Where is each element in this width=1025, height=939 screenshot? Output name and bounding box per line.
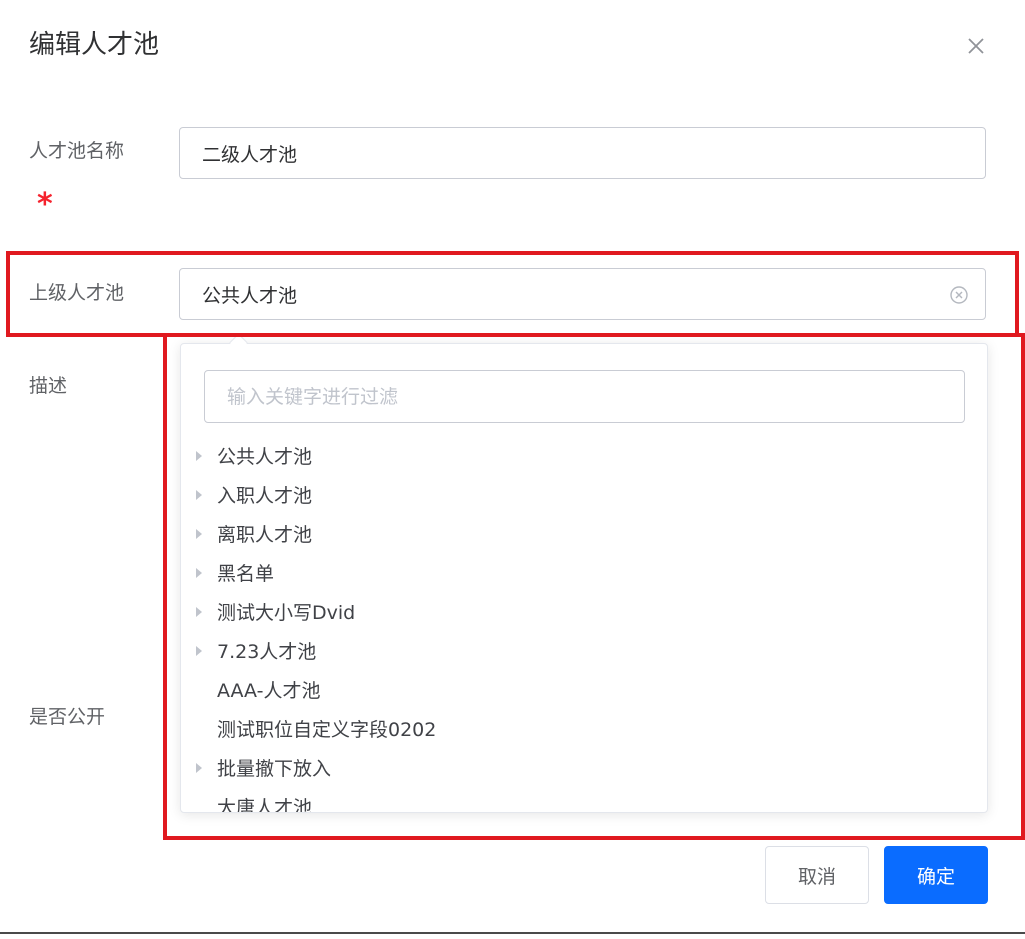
public-label: 是否公开: [29, 706, 106, 728]
tree-node[interactable]: AAA-人才池: [181, 670, 987, 709]
tree-node[interactable]: 测试大小写Dvid: [181, 592, 987, 631]
tree-list: 公共人才池入职人才池离职人才池黑名单测试大小写Dvid 7.23人才池 AAA-人才…: [181, 436, 987, 813]
description-label: 描述: [29, 375, 68, 397]
tree-node[interactable]: 黑名单: [181, 553, 987, 592]
caret-right-icon[interactable]: [196, 528, 202, 539]
tree-node[interactable]: 测试职位自定义字段0202: [181, 709, 987, 748]
caret-right-icon[interactable]: [196, 450, 202, 461]
filter-input[interactable]: [205, 371, 964, 422]
name-input[interactable]: [180, 128, 985, 178]
tree-select-dropdown: 公共人才池入职人才池离职人才池黑名单测试大小写Dvid 7.23人才池 AAA-人才…: [180, 343, 988, 813]
parent-select-input[interactable]: [180, 269, 985, 319]
filter-input-wrapper: [204, 370, 965, 423]
tree-node[interactable]: 大唐人才池: [181, 787, 987, 813]
tree-node-label: 测试职位自定义字段0202: [217, 719, 437, 741]
tree-node-label: 大唐人才池: [217, 797, 313, 813]
confirm-button[interactable]: 确定: [884, 846, 988, 904]
tree-node-label: 公共人才池: [217, 446, 313, 468]
caret-right-icon[interactable]: [196, 567, 202, 578]
name-label: 人才池名称: [29, 140, 125, 162]
caret-right-icon[interactable]: [196, 606, 202, 617]
tree-node[interactable]: 入职人才池: [181, 475, 987, 514]
tree-node-label: AAA-人才池: [217, 680, 321, 702]
tree-node-label: 离职人才池: [217, 524, 313, 546]
tree-node[interactable]: 离职人才池: [181, 514, 987, 553]
tree-node-label: 入职人才池: [217, 485, 313, 507]
parent-label: 上级人才池: [29, 282, 125, 304]
close-icon: [968, 38, 984, 54]
caret-right-icon[interactable]: [196, 762, 202, 773]
tree-node-label: 黑名单: [217, 563, 275, 585]
caret-right-icon[interactable]: [196, 645, 202, 656]
close-button[interactable]: [960, 30, 992, 62]
tree-node-label: 批量撤下放入: [217, 758, 332, 780]
dialog-title: 编辑人才池: [29, 30, 160, 60]
clear-icon[interactable]: [949, 285, 969, 305]
parent-select[interactable]: [179, 268, 986, 320]
background-page-edge: [0, 932, 1025, 939]
required-mark: *: [37, 187, 53, 222]
cancel-button[interactable]: 取消: [765, 846, 869, 904]
tree-node[interactable]: 公共人才池: [181, 436, 987, 475]
tree-node-label: 7.23人才池: [217, 641, 317, 663]
tree-node[interactable]: 7.23人才池: [181, 631, 987, 670]
name-input-wrapper: [179, 127, 986, 179]
tree-node[interactable]: 批量撤下放入: [181, 748, 987, 787]
tree-node-label: 测试大小写Dvid: [217, 602, 356, 624]
caret-right-icon[interactable]: [196, 489, 202, 500]
